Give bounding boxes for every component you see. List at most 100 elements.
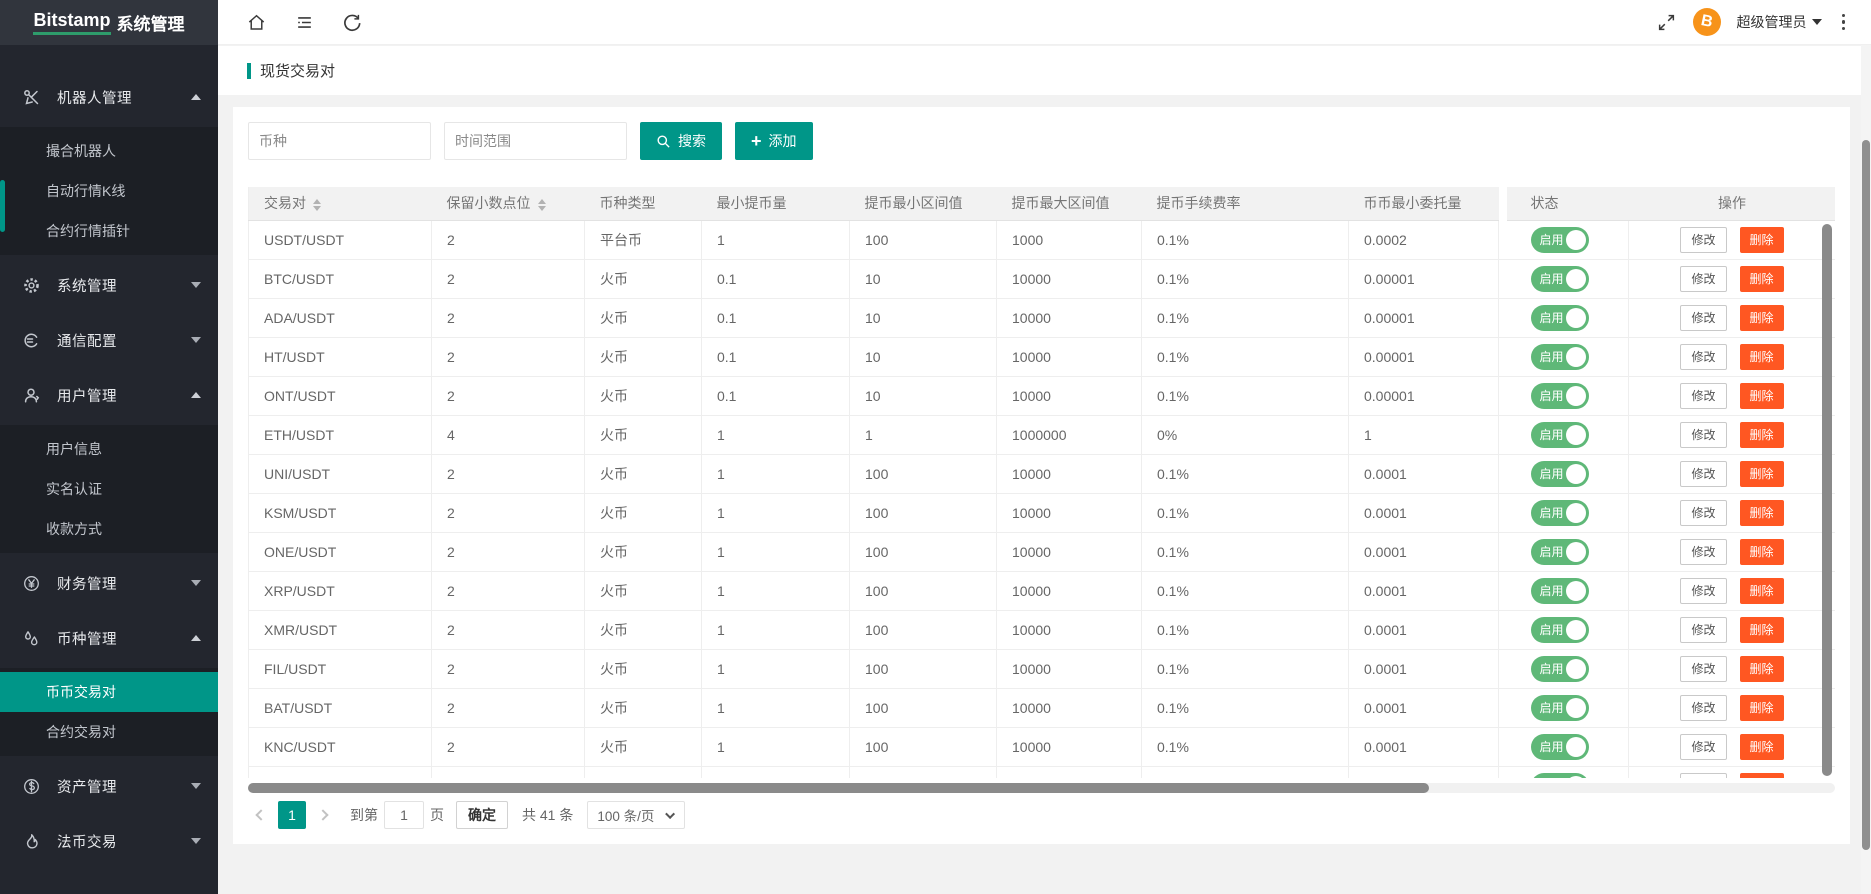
- edit-button[interactable]: 修改: [1680, 734, 1726, 760]
- sidebar-scrollbar-thumb[interactable]: [0, 180, 5, 232]
- home-icon[interactable]: [246, 12, 266, 32]
- table-horizontal-scrollbar[interactable]: [248, 783, 1429, 793]
- search-icon: [656, 134, 671, 149]
- delete-button[interactable]: 删除: [1740, 422, 1784, 448]
- sidebar-item[interactable]: 撮合机器人: [0, 131, 218, 171]
- edit-button[interactable]: 修改: [1680, 344, 1726, 370]
- edit-button[interactable]: 修改: [1680, 695, 1726, 721]
- status-toggle[interactable]: 启用: [1531, 773, 1589, 779]
- refresh-icon[interactable]: [342, 12, 362, 32]
- cell-withdraw-max: 10000: [997, 376, 1142, 415]
- goto-suffix: 页: [430, 805, 444, 825]
- delete-button[interactable]: 删除: [1740, 461, 1784, 487]
- delete-button[interactable]: 删除: [1740, 266, 1784, 292]
- sidebar-group-label: 币种管理: [57, 628, 117, 649]
- page-size-select[interactable]: 100 条/页: [587, 801, 685, 829]
- page-scrollbar[interactable]: [1862, 140, 1870, 850]
- cell-withdraw-min: 100: [850, 688, 997, 727]
- status-toggle[interactable]: 启用: [1531, 500, 1589, 526]
- status-toggle[interactable]: 启用: [1531, 344, 1589, 370]
- status-toggle[interactable]: 启用: [1531, 695, 1589, 721]
- cell-min-order: 0.0001: [1349, 454, 1499, 493]
- edit-button[interactable]: 修改: [1680, 500, 1726, 526]
- delete-button[interactable]: 删除: [1740, 500, 1784, 526]
- coin-filter-input[interactable]: [248, 122, 431, 160]
- more-options-icon[interactable]: [1838, 10, 1850, 35]
- cell-spacer: [1499, 298, 1507, 337]
- sidebar-group[interactable]: 机器人管理: [0, 72, 218, 122]
- sidebar-item[interactable]: 合约交易对: [0, 712, 218, 752]
- sidebar-item[interactable]: 币币交易对: [0, 672, 218, 712]
- edit-button[interactable]: 修改: [1680, 227, 1726, 253]
- sidebar-group[interactable]: 币种管理: [0, 613, 218, 663]
- sidebar-item[interactable]: 自动行情K线: [0, 171, 218, 211]
- delete-button[interactable]: 删除: [1740, 227, 1784, 253]
- delete-button[interactable]: 删除: [1740, 617, 1784, 643]
- sidebar-group[interactable]: 资产管理: [0, 761, 218, 811]
- sort-icon[interactable]: [313, 199, 321, 211]
- edit-button[interactable]: 修改: [1680, 773, 1726, 779]
- delete-button[interactable]: 删除: [1740, 695, 1784, 721]
- cell-withdraw-min: 100: [850, 532, 997, 571]
- delete-button[interactable]: 删除: [1740, 539, 1784, 565]
- delete-button[interactable]: 删除: [1740, 305, 1784, 331]
- prev-page-button[interactable]: [248, 801, 274, 829]
- cell-pair: USDT/USDT: [249, 220, 432, 259]
- sidebar-item[interactable]: 合约行情插针: [0, 211, 218, 251]
- goto-page-input[interactable]: [384, 801, 424, 829]
- edit-button[interactable]: 修改: [1680, 383, 1726, 409]
- status-toggle[interactable]: 启用: [1531, 617, 1589, 643]
- app-logo: Bitstamp 系统管理: [0, 0, 218, 45]
- search-button[interactable]: 搜索: [640, 122, 722, 160]
- sidebar-item[interactable]: 收款方式: [0, 509, 218, 549]
- edit-button[interactable]: 修改: [1680, 656, 1726, 682]
- delete-button[interactable]: 删除: [1740, 383, 1784, 409]
- delete-button[interactable]: 删除: [1740, 734, 1784, 760]
- edit-button[interactable]: 修改: [1680, 578, 1726, 604]
- drops-icon: [22, 629, 40, 647]
- cell-withdraw-max: 10000: [997, 454, 1142, 493]
- user-menu[interactable]: 超级管理员: [1737, 12, 1822, 32]
- fullscreen-icon[interactable]: [1657, 12, 1677, 32]
- current-page[interactable]: 1: [278, 801, 306, 829]
- status-toggle[interactable]: 启用: [1531, 422, 1589, 448]
- delete-button[interactable]: 删除: [1740, 344, 1784, 370]
- delete-button[interactable]: 删除: [1740, 656, 1784, 682]
- sort-icon[interactable]: [538, 199, 546, 211]
- status-toggle[interactable]: 启用: [1531, 227, 1589, 253]
- status-toggle[interactable]: 启用: [1531, 266, 1589, 292]
- confirm-page-button[interactable]: 确定: [456, 801, 508, 829]
- sidebar-group[interactable]: 用户管理: [0, 370, 218, 420]
- next-page-button[interactable]: [310, 801, 336, 829]
- table-horizontal-scrollbar-track: [248, 783, 1835, 793]
- sidebar-item[interactable]: 实名认证: [0, 469, 218, 509]
- status-toggle[interactable]: 启用: [1531, 539, 1589, 565]
- status-toggle[interactable]: 启用: [1531, 305, 1589, 331]
- delete-button[interactable]: 删除: [1740, 578, 1784, 604]
- sidebar-group[interactable]: 系统管理: [0, 260, 218, 310]
- sidebar-group[interactable]: 法币交易: [0, 816, 218, 866]
- edit-button[interactable]: 修改: [1680, 305, 1726, 331]
- delete-button[interactable]: 删除: [1740, 773, 1784, 779]
- user-avatar-bitcoin-icon[interactable]: B: [1693, 8, 1721, 36]
- status-toggle[interactable]: 启用: [1531, 734, 1589, 760]
- edit-button[interactable]: 修改: [1680, 461, 1726, 487]
- edit-button[interactable]: 修改: [1680, 422, 1726, 448]
- cell-status: 启用: [1507, 493, 1629, 532]
- status-toggle[interactable]: 启用: [1531, 461, 1589, 487]
- status-toggle[interactable]: 启用: [1531, 656, 1589, 682]
- edit-button[interactable]: 修改: [1680, 266, 1726, 292]
- status-toggle[interactable]: 启用: [1531, 383, 1589, 409]
- sidebar-group[interactable]: 财务管理: [0, 558, 218, 608]
- sidebar-group-label: 法币交易: [57, 831, 117, 852]
- time-range-input[interactable]: [444, 122, 627, 160]
- edit-button[interactable]: 修改: [1680, 617, 1726, 643]
- table-vertical-scrollbar[interactable]: [1822, 224, 1832, 776]
- edit-button[interactable]: 修改: [1680, 539, 1726, 565]
- sidebar-item[interactable]: 用户信息: [0, 429, 218, 469]
- status-toggle[interactable]: 启用: [1531, 578, 1589, 604]
- sidebar-group[interactable]: 通信配置: [0, 315, 218, 365]
- cell-actions: 修改删除: [1629, 376, 1836, 415]
- add-button[interactable]: + 添加: [735, 122, 813, 160]
- collapse-menu-icon[interactable]: [294, 12, 314, 32]
